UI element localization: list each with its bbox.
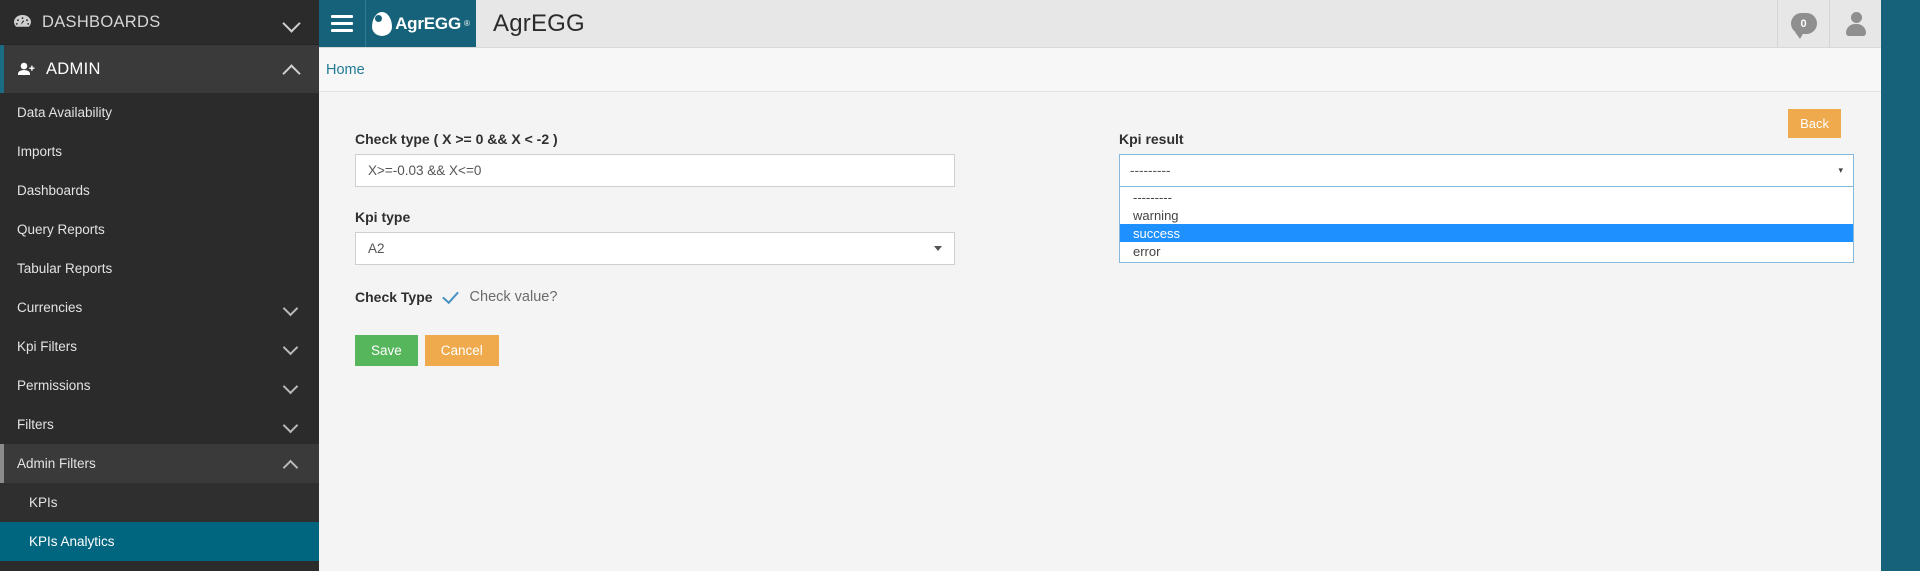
hamburger-menu-button[interactable] — [319, 0, 366, 47]
chevron-down-icon[interactable] — [283, 13, 301, 31]
chevron-down-icon[interactable] — [283, 416, 301, 434]
sidebar-item-permissions[interactable]: Permissions — [0, 366, 319, 405]
cancel-button[interactable]: Cancel — [424, 335, 499, 366]
sidebar-item-currencies[interactable]: Currencies — [0, 288, 319, 327]
user-avatar-icon — [1844, 11, 1868, 36]
kpi-result-select[interactable]: --------- ▾ — [1119, 154, 1854, 187]
sidebar-item-label: Tabular Reports — [17, 261, 113, 276]
sidebar-item-label: KPIs Analytics — [29, 534, 115, 549]
chevron-down-icon[interactable] — [283, 377, 301, 395]
brand-logo-text: AgrEGG — [395, 13, 461, 33]
sidebar-item-query-reports[interactable]: Query Reports — [0, 210, 319, 249]
sidebar-item-data-availability[interactable]: Data Availability — [0, 93, 319, 132]
messages-button[interactable]: 0 — [1777, 0, 1829, 47]
sidebar-item-filters[interactable]: Filters — [0, 405, 319, 444]
check-type-input[interactable]: X>=-0.03 && X<=0 — [355, 154, 955, 187]
kpi-result-value: --------- — [1130, 163, 1171, 178]
sidebar-item-label: Data Availability — [17, 105, 113, 120]
sidebar-item-kpis[interactable]: KPIs — [0, 483, 319, 522]
sidebar-item-admin-filters[interactable]: Admin Filters — [0, 444, 319, 483]
chevron-down-icon: ▾ — [1838, 165, 1843, 175]
comment-bubble-icon: 0 — [1790, 13, 1817, 39]
chevron-up-icon[interactable] — [283, 60, 301, 78]
sidebar-item-label: Permissions — [17, 378, 91, 393]
chevron-down-icon[interactable] — [283, 299, 301, 317]
check-mark-icon[interactable] — [441, 286, 459, 304]
registered-mark: ® — [463, 19, 470, 28]
sidebar-item-label: Filters — [17, 417, 54, 432]
kpi-result-group: Kpi result --------- ▾ --------- warning… — [1119, 131, 1854, 263]
kpi-result-options-list: --------- warning success error — [1119, 187, 1854, 263]
chevron-down-icon[interactable] — [283, 338, 301, 356]
kpi-result-option-error[interactable]: error — [1120, 242, 1853, 260]
breadcrumb: Home — [319, 48, 1881, 92]
kpi-result-option-warning[interactable]: warning — [1120, 206, 1853, 224]
kpi-result-label: Kpi result — [1119, 131, 1184, 147]
form-actions: Save Cancel — [355, 335, 1845, 366]
sidebar-item-label: Admin Filters — [17, 456, 96, 471]
sidebar-item-kpis-analytics[interactable]: KPIs Analytics — [0, 522, 319, 561]
kpi-result-option-blank[interactable]: --------- — [1120, 188, 1853, 206]
kpi-type-value: A2 — [368, 241, 385, 256]
app-window: DASHBOARDS ADMIN Data Availability Impor… — [0, 0, 1920, 571]
kpi-type-select[interactable]: A2 — [355, 232, 955, 265]
sidebar-header-dashboards[interactable]: DASHBOARDS — [0, 0, 319, 45]
user-plus-icon — [18, 62, 42, 76]
content-panel: Back Check type ( X >= 0 && X < -2 ) X>=… — [319, 92, 1881, 571]
hamburger-menu-icon — [331, 11, 353, 36]
user-menu-button[interactable] — [1829, 0, 1881, 47]
sidebar-item-tabular-reports[interactable]: Tabular Reports — [0, 249, 319, 288]
main-region: AgrEGG ® AgrEGG 0 Home Back Check type (… — [319, 0, 1881, 571]
check-value-question: Check value? — [469, 289, 558, 305]
message-count: 0 — [1800, 17, 1807, 30]
check-type-value: X>=-0.03 && X<=0 — [368, 163, 482, 178]
sidebar-item-kpi-filters[interactable]: Kpi Filters — [0, 327, 319, 366]
sidebar-item-label: Imports — [17, 144, 63, 159]
right-rail — [1881, 0, 1920, 571]
top-navbar: AgrEGG ® AgrEGG 0 — [319, 0, 1881, 48]
breadcrumb-home-link[interactable]: Home — [326, 62, 365, 78]
sidebar-item-label: KPIs — [29, 495, 58, 510]
sidebar-dashboards-label: DASHBOARDS — [42, 12, 161, 31]
tachometer-icon — [14, 15, 36, 29]
chevron-up-icon[interactable] — [283, 455, 301, 473]
save-button[interactable]: Save — [355, 335, 418, 366]
sidebar-item-label: Dashboards — [17, 183, 90, 198]
sidebar-item-dashboards[interactable]: Dashboards — [0, 171, 319, 210]
sidebar-item-imports[interactable]: Imports — [0, 132, 319, 171]
check-type-toggle-label: Check Type — [355, 289, 433, 305]
page-title: AgrEGG — [493, 9, 585, 37]
egg-logo-icon — [372, 11, 393, 36]
sidebar-item-label: Currencies — [17, 300, 83, 315]
kpi-result-option-success[interactable]: success — [1120, 224, 1853, 242]
brand-logo[interactable]: AgrEGG ® — [366, 0, 476, 47]
chevron-down-icon — [934, 246, 942, 251]
sidebar-item-label: Query Reports — [17, 222, 105, 237]
check-type-toggle-row: Check Type Check value? — [355, 286, 1845, 305]
sidebar-section-admin[interactable]: ADMIN — [0, 45, 319, 93]
sidebar-admin-label: ADMIN — [46, 59, 101, 78]
sidebar: DASHBOARDS ADMIN Data Availability Impor… — [0, 0, 319, 571]
sidebar-item-label: Kpi Filters — [17, 339, 78, 354]
